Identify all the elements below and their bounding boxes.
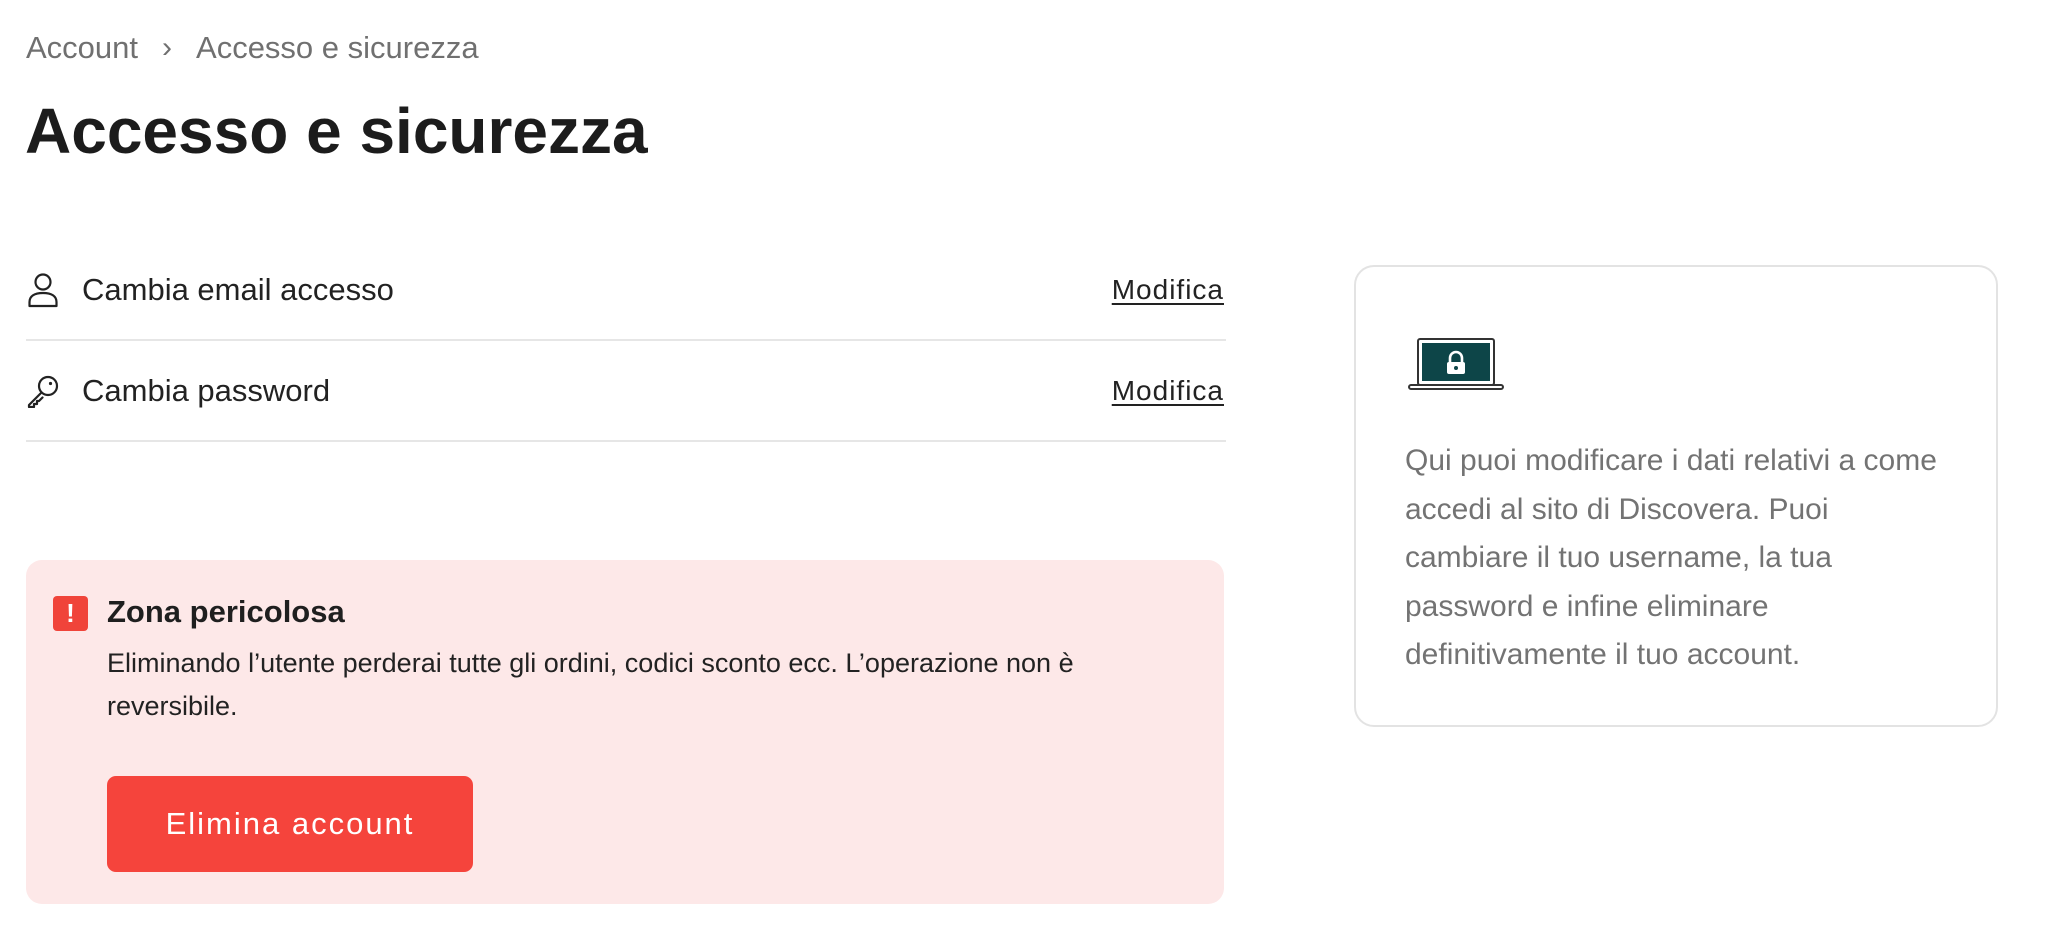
info-card: Qui puoi modificare i dati relativi a co… [1354, 265, 1998, 727]
settings-list: Cambia email accesso Modifica Cambia pas… [26, 240, 1226, 442]
danger-zone: ! Zona pericolosa Eliminando l’utente pe… [26, 560, 1224, 904]
settings-row-label: Cambia email accesso [82, 271, 394, 307]
alert-icon: ! [53, 596, 88, 631]
settings-row-email: Cambia email accesso Modifica [26, 240, 1226, 341]
page: Account › Accesso e sicurezza Accesso e … [0, 0, 2046, 944]
key-icon [26, 373, 60, 409]
user-icon [26, 272, 60, 308]
breadcrumb: Account › Accesso e sicurezza [26, 30, 479, 66]
breadcrumb-separator: › [162, 31, 173, 64]
settings-row-label: Cambia password [82, 372, 331, 408]
delete-account-button[interactable]: Elimina account [107, 776, 473, 872]
page-title: Accesso e sicurezza [25, 95, 648, 167]
breadcrumb-link-account[interactable]: Account [26, 30, 138, 66]
breadcrumb-current: Accesso e sicurezza [196, 30, 479, 65]
settings-row-password: Cambia password Modifica [26, 341, 1226, 442]
edit-password-link[interactable]: Modifica [1112, 375, 1224, 407]
info-card-text: Qui puoi modificare i dati relativi a co… [1405, 444, 1937, 671]
laptop-lock-icon [1408, 338, 1504, 390]
edit-email-link[interactable]: Modifica [1112, 274, 1224, 306]
danger-zone-description: Eliminando l’utente perderai tutte gli o… [107, 648, 1074, 721]
danger-zone-title: Zona pericolosa [107, 594, 345, 629]
